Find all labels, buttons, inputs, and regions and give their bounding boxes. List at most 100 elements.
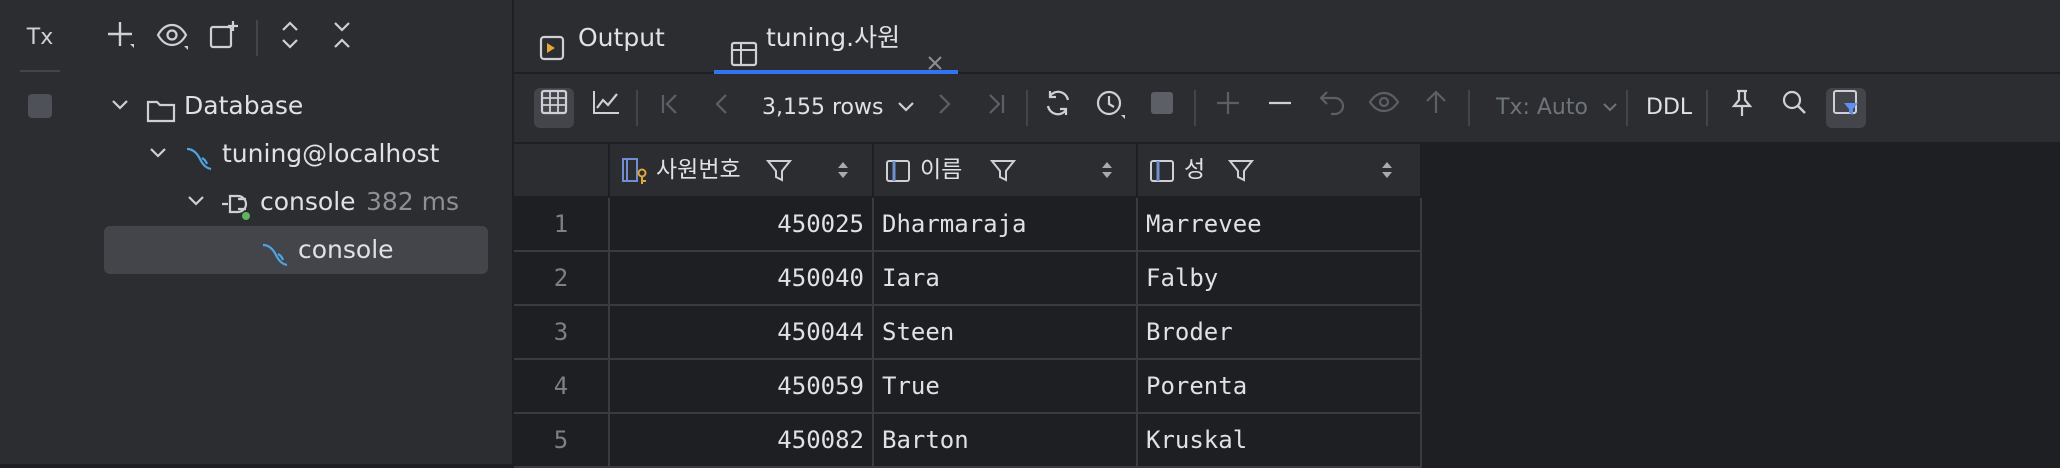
submit-icon[interactable] bbox=[1416, 88, 1456, 128]
cell-employee-id[interactable]: 450040 bbox=[610, 252, 874, 306]
tree-item-label: tuning@localhost bbox=[222, 139, 440, 168]
table-row[interactable]: 5 450082 Barton Kruskal bbox=[514, 414, 1422, 468]
toolbar-separator bbox=[1026, 90, 1028, 126]
rows-count-label: 3,155 rows bbox=[762, 95, 884, 120]
rows-count-dropdown[interactable]: 3,155 rows bbox=[762, 88, 916, 128]
add-row-icon[interactable] bbox=[1208, 88, 1248, 128]
cell-last-name[interactable]: Falby bbox=[1138, 252, 1422, 306]
sort-icon[interactable] bbox=[836, 160, 850, 184]
tx-label: Tx bbox=[26, 25, 54, 50]
sort-icon[interactable] bbox=[1380, 160, 1394, 184]
filter-icon[interactable] bbox=[989, 158, 1017, 188]
tree-item-tuning-localhost[interactable]: tuning@localhost bbox=[0, 130, 512, 178]
tree-item-console-session[interactable]: console 382 ms bbox=[0, 178, 512, 226]
database-explorer-panel: Tx Database tuning@localhost console 382… bbox=[0, 0, 512, 464]
table-row[interactable]: 3 450044 Steen Broder bbox=[514, 306, 1422, 360]
tree-item-label: console bbox=[260, 187, 356, 216]
sort-icon[interactable] bbox=[1100, 160, 1114, 184]
toolbar-separator bbox=[1626, 90, 1628, 126]
tx-mode-label: Tx: Auto bbox=[1496, 95, 1588, 120]
row-number: 4 bbox=[514, 360, 610, 414]
toolbar-separator bbox=[636, 90, 638, 126]
chevron-down-icon[interactable] bbox=[108, 94, 132, 118]
cell-last-name[interactable]: Marrevee bbox=[1138, 198, 1422, 252]
tab-label: Output bbox=[578, 23, 665, 52]
eye-icon[interactable] bbox=[152, 18, 192, 58]
table-row[interactable]: 4 450059 True Porenta bbox=[514, 360, 1422, 414]
primary-key-column-icon bbox=[620, 156, 650, 190]
last-page-icon[interactable] bbox=[976, 88, 1016, 128]
first-page-icon[interactable] bbox=[650, 88, 690, 128]
search-icon[interactable] bbox=[1774, 88, 1814, 128]
tab-bar: Output tuning.사원 bbox=[514, 0, 2060, 74]
row-number: 2 bbox=[514, 252, 610, 306]
column-icon bbox=[1148, 156, 1178, 190]
next-page-icon[interactable] bbox=[924, 88, 964, 128]
delete-row-icon[interactable] bbox=[1260, 88, 1300, 128]
toolbar-separator bbox=[1194, 90, 1196, 126]
row-number: 3 bbox=[514, 306, 610, 360]
cell-first-name[interactable]: Dharmaraja bbox=[874, 198, 1138, 252]
preview-changes-icon[interactable] bbox=[1364, 88, 1404, 128]
table-view-icon[interactable] bbox=[534, 88, 574, 128]
transaction-mode-button[interactable]: Tx bbox=[20, 18, 60, 58]
chevron-down-icon[interactable] bbox=[184, 190, 208, 214]
tx-mode-dropdown[interactable]: Tx: Auto bbox=[1496, 88, 1619, 128]
chart-view-icon[interactable] bbox=[586, 88, 626, 128]
column-header-first-name[interactable]: 이름 bbox=[874, 144, 1138, 196]
toolbar-separator bbox=[1468, 90, 1470, 126]
toolbar-separator bbox=[256, 20, 258, 56]
cell-first-name[interactable]: Barton bbox=[874, 414, 1138, 468]
tree-item-console-selected[interactable]: console bbox=[104, 226, 488, 274]
tab-tuning-table[interactable]: tuning.사원 bbox=[714, 0, 958, 74]
ddl-button[interactable]: DDL bbox=[1646, 88, 1692, 128]
chevron-down-icon bbox=[898, 102, 915, 112]
cell-first-name[interactable]: True bbox=[874, 360, 1138, 414]
expand-all-icon[interactable] bbox=[270, 18, 310, 58]
add-icon[interactable] bbox=[100, 18, 140, 58]
cell-last-name[interactable]: Kruskal bbox=[1138, 414, 1422, 468]
row-number: 1 bbox=[514, 198, 610, 252]
cell-last-name[interactable]: Broder bbox=[1138, 306, 1422, 360]
column-icon bbox=[884, 156, 914, 190]
tree-item-label: Database bbox=[184, 91, 304, 120]
collapse-all-icon[interactable] bbox=[322, 18, 362, 58]
session-duration: 382 ms bbox=[366, 187, 460, 216]
tree-item-label: console bbox=[298, 235, 394, 264]
tab-label: tuning.사원 bbox=[766, 23, 901, 52]
table-row[interactable]: 1 450025 Dharmaraja Marrevee bbox=[514, 198, 1422, 252]
column-header-label: 사원번호 bbox=[656, 157, 741, 183]
cell-employee-id[interactable]: 450082 bbox=[610, 414, 874, 468]
column-header-last-name[interactable]: 성 bbox=[1138, 144, 1422, 196]
new-console-icon[interactable] bbox=[204, 18, 244, 58]
ddl-label: DDL bbox=[1646, 95, 1693, 120]
table-row[interactable]: 2 450040 Iara Falby bbox=[514, 252, 1422, 306]
previous-page-icon[interactable] bbox=[702, 88, 742, 128]
tx-underline bbox=[20, 70, 60, 72]
pin-icon[interactable] bbox=[1722, 88, 1762, 128]
stop-icon[interactable] bbox=[1142, 88, 1182, 128]
column-header-label: 이름 bbox=[920, 157, 963, 183]
result-toolbar: 3,155 rows Tx: Auto DDL bbox=[514, 74, 2060, 144]
cell-last-name[interactable]: Porenta bbox=[1138, 360, 1422, 414]
chevron-down-icon bbox=[1603, 103, 1617, 112]
column-header-label: 성 bbox=[1184, 157, 1206, 183]
row-number-header bbox=[514, 144, 610, 196]
cell-employee-id[interactable]: 450025 bbox=[610, 198, 874, 252]
revert-icon[interactable] bbox=[1312, 88, 1352, 128]
cell-employee-id[interactable]: 450059 bbox=[610, 360, 874, 414]
editor-area: Output tuning.사원 3,155 rows Tx: Auto DDL… bbox=[514, 0, 2060, 468]
cell-employee-id[interactable]: 450044 bbox=[610, 306, 874, 360]
cell-first-name[interactable]: Iara bbox=[874, 252, 1138, 306]
row-number: 5 bbox=[514, 414, 610, 468]
refresh-icon[interactable] bbox=[1038, 88, 1078, 128]
filter-icon[interactable] bbox=[1227, 158, 1255, 188]
clock-icon[interactable] bbox=[1090, 88, 1130, 128]
cell-first-name[interactable]: Steen bbox=[874, 306, 1138, 360]
filter-panel-icon[interactable] bbox=[1826, 88, 1866, 128]
tree-item-database[interactable]: Database bbox=[0, 82, 512, 130]
column-header-employee-id[interactable]: 사원번호 bbox=[610, 144, 874, 196]
filter-icon[interactable] bbox=[765, 158, 793, 188]
chevron-down-icon[interactable] bbox=[146, 142, 170, 166]
toolbar-separator bbox=[1706, 90, 1708, 126]
